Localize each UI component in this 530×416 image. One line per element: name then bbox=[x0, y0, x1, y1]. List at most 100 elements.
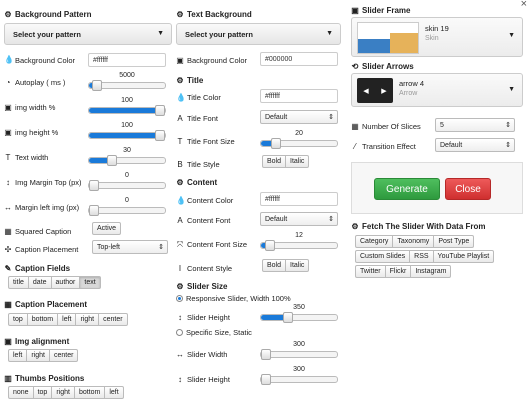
fetch-custom-slides[interactable]: Custom Slides bbox=[355, 250, 411, 263]
title-style-group: Bold Italic bbox=[262, 155, 310, 168]
chart-icon: ▥ bbox=[4, 373, 12, 383]
updown-icon: ⇕ bbox=[505, 122, 511, 129]
fetch-instagram[interactable]: Instagram bbox=[410, 265, 452, 278]
responsive-option[interactable]: Responsive Slider, Width 100% bbox=[176, 294, 291, 303]
slider-handle[interactable] bbox=[261, 374, 271, 385]
slider-handle[interactable] bbox=[271, 138, 282, 149]
slider-arrows-select[interactable]: ◀ ▶ arrow 4 Arrow ▼ bbox=[351, 73, 523, 107]
fetch-youtube-playlist[interactable]: YouTube Playlist bbox=[432, 250, 495, 263]
transition-label: ⁄ Transition Effect bbox=[351, 141, 415, 151]
active-toggle-button[interactable]: Active bbox=[92, 222, 122, 235]
img-margin-top-slider[interactable]: 0 bbox=[88, 172, 166, 192]
grid-icon: ▦ bbox=[351, 121, 359, 131]
title-color-input[interactable]: #ffffff bbox=[260, 89, 338, 103]
slider-width-slider[interactable]: 300 bbox=[260, 341, 338, 361]
text-width-slider[interactable]: 30 bbox=[88, 147, 166, 167]
caption-field-author[interactable]: author bbox=[50, 276, 81, 289]
slider-handle[interactable] bbox=[282, 312, 293, 323]
responsive-radio[interactable] bbox=[176, 295, 183, 302]
close-x-button[interactable]: × bbox=[521, 0, 527, 10]
image-icon: ▣ bbox=[176, 55, 184, 65]
slider-height2-slider[interactable]: 300 bbox=[260, 366, 338, 386]
margin-left-slider[interactable]: 0 bbox=[88, 197, 166, 217]
fetch-category[interactable]: Category bbox=[355, 235, 394, 248]
caption-field-title[interactable]: title bbox=[8, 276, 29, 289]
fetch-rss[interactable]: RSS bbox=[409, 250, 434, 263]
content-color-input[interactable]: #ffffff bbox=[260, 192, 338, 206]
title-italic-button[interactable]: Italic bbox=[285, 155, 310, 168]
updown-icon: ⇕ bbox=[328, 114, 334, 121]
placement-right[interactable]: right bbox=[75, 313, 100, 326]
content-bold-button[interactable]: Bold bbox=[262, 259, 287, 272]
text-bg-select[interactable]: Select your pattern ▼ bbox=[176, 23, 341, 45]
bg-pattern-select[interactable]: Select your pattern ▼ bbox=[4, 23, 172, 45]
slider-handle[interactable] bbox=[89, 180, 99, 191]
magic-wand-icon: ⁄ bbox=[354, 141, 356, 151]
circle-arrow-icon: ⟲ bbox=[351, 61, 359, 71]
fetch-twitter[interactable]: Twitter bbox=[355, 265, 386, 278]
autoplay-slider[interactable]: 5000 bbox=[88, 72, 166, 92]
placement-center[interactable]: center bbox=[98, 313, 128, 326]
caption-placement-select[interactable]: Top-left ⇕ bbox=[92, 240, 168, 254]
thumbs-bottom[interactable]: bottom bbox=[73, 386, 106, 399]
gear-icon: ⚙ bbox=[176, 177, 184, 187]
caption-fields-group: title date author text bbox=[8, 276, 101, 289]
text-bg-color-input[interactable]: #000000 bbox=[260, 52, 338, 66]
slider-handle[interactable] bbox=[155, 130, 165, 141]
gear-icon: ⚙ bbox=[351, 221, 359, 231]
align-center[interactable]: center bbox=[48, 349, 79, 362]
gear-icon: ⚙ bbox=[4, 9, 12, 19]
placement-top[interactable]: top bbox=[8, 313, 28, 326]
title-style-label: B Title Style bbox=[177, 159, 220, 169]
thumbs-right[interactable]: right bbox=[51, 386, 75, 399]
placement-left[interactable]: left bbox=[57, 313, 77, 326]
close-button[interactable]: Close bbox=[445, 178, 491, 200]
fetch-flickr[interactable]: Flickr bbox=[384, 265, 412, 278]
slider-handle[interactable] bbox=[91, 80, 102, 91]
slider-handle[interactable] bbox=[265, 240, 276, 251]
bg-color-input[interactable]: #ffffff bbox=[88, 53, 166, 67]
slider-height1-slider[interactable]: 350 bbox=[260, 304, 338, 324]
vertical-arrows-icon: ↕ bbox=[178, 312, 182, 322]
content-font-select[interactable]: Default ⇕ bbox=[260, 212, 338, 226]
slider-handle[interactable] bbox=[155, 105, 165, 116]
slider-height2-label: ↕ Slider Height bbox=[178, 374, 230, 384]
title-font-size-slider[interactable]: 20 bbox=[260, 130, 338, 150]
fetch-taxonomy[interactable]: Taxonomy bbox=[392, 235, 435, 248]
image-icon: ▣ bbox=[4, 336, 12, 346]
slider-handle[interactable] bbox=[261, 349, 271, 360]
caption-field-date[interactable]: date bbox=[27, 276, 52, 289]
margin-left-label: ↔ Margin left img (px) bbox=[4, 202, 80, 212]
img-width-slider[interactable]: 100 bbox=[88, 97, 166, 117]
generate-button[interactable]: Generate bbox=[374, 178, 440, 200]
thumbs-positions-group: none top right bottom left bbox=[8, 386, 124, 399]
slices-select[interactable]: 5 ⇕ bbox=[435, 118, 515, 132]
align-left[interactable]: left bbox=[8, 349, 28, 362]
specific-radio[interactable] bbox=[176, 329, 183, 336]
slider-frame-select[interactable]: skin 19 Skin ▼ bbox=[351, 17, 523, 57]
font-icon: A bbox=[177, 215, 183, 225]
transition-select[interactable]: Default ⇕ bbox=[435, 138, 515, 152]
content-italic-button[interactable]: Italic bbox=[285, 259, 310, 272]
content-font-size-label: ⤧ Content Font Size bbox=[176, 239, 248, 249]
content-style-group: Bold Italic bbox=[262, 259, 310, 272]
thumbs-left[interactable]: left bbox=[104, 386, 124, 399]
title-bold-button[interactable]: Bold bbox=[262, 155, 287, 168]
slider-handle[interactable] bbox=[106, 155, 117, 166]
fetch-post-type[interactable]: Post Type bbox=[433, 235, 475, 248]
slider-frame-heading: ▣ Slider Frame bbox=[351, 5, 411, 15]
content-font-size-slider[interactable]: 12 bbox=[260, 232, 338, 252]
fetch-row-2: Custom Slides RSS YouTube Playlist bbox=[355, 250, 495, 263]
slider-handle[interactable] bbox=[89, 205, 99, 216]
specific-option[interactable]: Specific Size, Static bbox=[176, 328, 252, 337]
img-width-label: ▣ img width % bbox=[4, 102, 56, 112]
title-font-select[interactable]: Default ⇕ bbox=[260, 110, 338, 124]
thumbs-top[interactable]: top bbox=[32, 386, 53, 399]
thumbs-none[interactable]: none bbox=[8, 386, 34, 399]
img-height-slider[interactable]: 100 bbox=[88, 122, 166, 142]
drop-icon: 💧 bbox=[176, 195, 186, 205]
align-right[interactable]: right bbox=[26, 349, 50, 362]
bold-icon: B bbox=[177, 159, 183, 169]
caption-field-text[interactable]: text bbox=[79, 276, 101, 289]
placement-bottom[interactable]: bottom bbox=[26, 313, 59, 326]
